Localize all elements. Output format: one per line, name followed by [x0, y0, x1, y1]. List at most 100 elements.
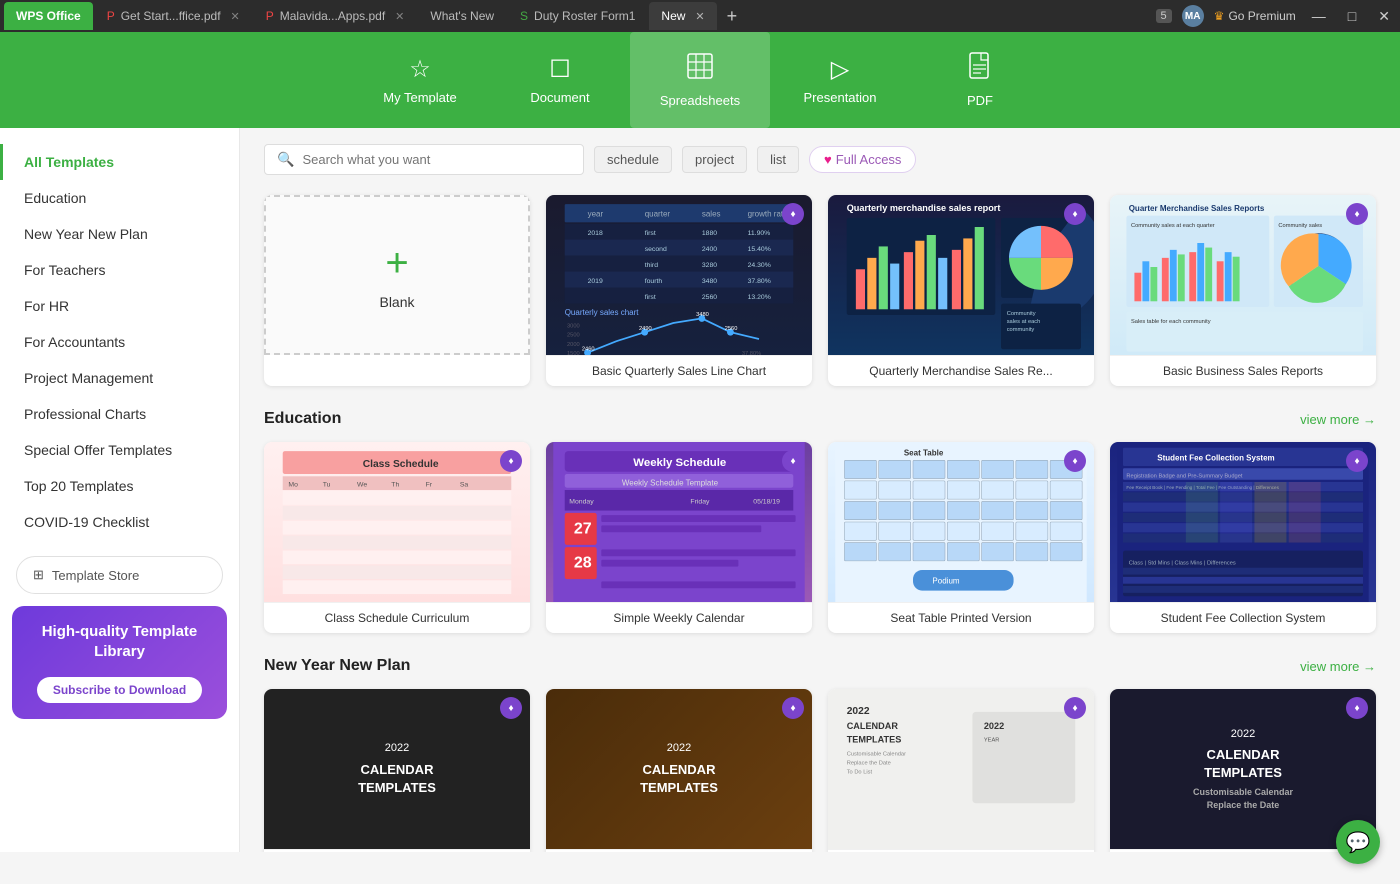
full-access-button[interactable]: ♥ Full Access: [809, 146, 916, 173]
tab-close-icon2[interactable]: ✕: [395, 10, 404, 23]
tab-wps-office[interactable]: WPS Office: [4, 2, 93, 30]
template-card-t3[interactable]: ♦ Quarter Merchandise Sales Reports Comm…: [1110, 195, 1376, 386]
sidebar-item-special-offer[interactable]: Special Offer Templates: [0, 432, 239, 468]
svg-text:2018: 2018: [588, 230, 603, 237]
browser-tab-bar: WPS Office P Get Start...ffice.pdf ✕ P M…: [0, 0, 1400, 32]
tab-malavida[interactable]: P Malavida...Apps.pdf ✕: [254, 2, 417, 30]
cal-thumb-text-c2: 2022 CALENDARTEMPLATES: [624, 725, 734, 813]
template-card-t1[interactable]: ♦ year quarter sales growth rate 2018 fi…: [546, 195, 812, 386]
template-thumb-e4: ♦ Student Fee Collection System Registra…: [1110, 442, 1376, 602]
tab-malavida-label: Malavida...Apps.pdf: [280, 9, 385, 23]
newyear-section-title: New Year New Plan: [264, 657, 410, 675]
template-label-c1: 2022 CALENDAR TEMPLATES: [264, 849, 530, 852]
template-card-t2[interactable]: ♦ Quarterly merchandise sales report: [828, 195, 1094, 386]
svg-text:We: We: [357, 482, 367, 489]
template-card-e2[interactable]: ♦ Weekly Schedule Weekly Schedule Templa…: [546, 442, 812, 633]
sidebar-item-all-templates[interactable]: All Templates: [0, 144, 239, 180]
tab-pdf-icon2: P: [266, 9, 274, 23]
svg-text:Fr: Fr: [426, 482, 433, 489]
spreadsheets-icon: [686, 52, 714, 87]
search-input[interactable]: [302, 152, 542, 167]
svg-text:Class Schedule: Class Schedule: [363, 459, 439, 470]
svg-text:Weekly Schedule Template: Weekly Schedule Template: [622, 478, 719, 487]
nav-presentation[interactable]: ▷ Presentation: [770, 32, 910, 128]
tab-count-badge: 5: [1156, 9, 1172, 23]
svg-text:TEMPLATES: TEMPLATES: [847, 735, 902, 745]
tab-close-icon[interactable]: ✕: [231, 10, 240, 23]
template-card-e3[interactable]: ♦ Seat Table: [828, 442, 1094, 633]
sidebar-item-education[interactable]: Education: [0, 180, 239, 216]
template-card-e1[interactable]: ♦ Class Schedule Mo Tu We Th Fr Sa: [264, 442, 530, 633]
tab-new-label: New: [661, 9, 685, 23]
nav-pdf[interactable]: PDF: [910, 32, 1050, 128]
template-label-c4: 2022 CALENDAR TEMPLATES: [1110, 849, 1376, 852]
my-template-icon: ☆: [409, 55, 431, 84]
newyear-view-more[interactable]: view more →: [1300, 659, 1376, 674]
nav-spreadsheets[interactable]: Spreadsheets: [630, 32, 770, 128]
premium-badge-c3: ♦: [1064, 697, 1086, 719]
template-card-e4[interactable]: ♦ Student Fee Collection System Registra…: [1110, 442, 1376, 633]
subscribe-button[interactable]: Subscribe to Download: [37, 677, 202, 703]
template-label-t1: Basic Quarterly Sales Line Chart: [546, 355, 812, 386]
nav-my-template[interactable]: ☆ My Template: [350, 32, 490, 128]
premium-badge-e3: ♦: [1064, 450, 1086, 472]
svg-text:Tu: Tu: [323, 482, 331, 489]
template-thumb-t3: ♦ Quarter Merchandise Sales Reports Comm…: [1110, 195, 1376, 355]
template-card-c3[interactable]: ♦ 2022 CALENDAR TEMPLATES Customisable C…: [828, 689, 1094, 852]
sidebar-item-for-teachers[interactable]: For Teachers: [0, 252, 239, 288]
education-view-more[interactable]: view more →: [1300, 412, 1376, 427]
svg-text:05/18/19: 05/18/19: [753, 499, 780, 506]
close-button[interactable]: ✕: [1372, 8, 1396, 25]
svg-text:37.80%: 37.80%: [742, 351, 761, 355]
sidebar-item-pro-charts[interactable]: Professional Charts: [0, 396, 239, 432]
premium-badge-e2: ♦: [782, 450, 804, 472]
template-card-c1[interactable]: ♦ 2022 CALENDARTEMPLATES 2022 CALENDAR T…: [264, 689, 530, 852]
tag-list[interactable]: list: [757, 146, 799, 173]
template-card-c2[interactable]: ♦ 2022 CALENDARTEMPLATES 2022 CALENDAR T…: [546, 689, 812, 852]
main-layout: All Templates Education New Year New Pla…: [0, 128, 1400, 852]
svg-text:2460: 2460: [582, 346, 595, 352]
premium-badge-t1: ♦: [782, 203, 804, 225]
template-card-c4[interactable]: ♦ 2022 CALENDARTEMPLATES Customisable Ca…: [1110, 689, 1376, 852]
search-input-wrap[interactable]: 🔍: [264, 144, 584, 175]
cal-thumb-text-c4: 2022 CALENDARTEMPLATES Customisable Cale…: [1177, 711, 1309, 828]
template-card-blank[interactable]: + Blank: [264, 195, 530, 386]
sidebar-item-covid[interactable]: COVID-19 Checklist: [0, 504, 239, 540]
maximize-button[interactable]: □: [1342, 8, 1362, 24]
sidebar-item-top20[interactable]: Top 20 Templates: [0, 468, 239, 504]
svg-text:3280: 3280: [702, 262, 717, 269]
svg-text:28: 28: [574, 555, 592, 572]
minimize-button[interactable]: —: [1306, 8, 1332, 24]
chat-button[interactable]: 💬: [1336, 820, 1380, 864]
cal-title-c4: CALENDARTEMPLATES: [1193, 746, 1293, 782]
education-template-grid: ♦ Class Schedule Mo Tu We Th Fr Sa: [264, 442, 1376, 633]
tag-project[interactable]: project: [682, 146, 747, 173]
svg-text:Sales table for each community: Sales table for each community: [1131, 319, 1211, 325]
sidebar-item-project-mgmt[interactable]: Project Management: [0, 360, 239, 396]
tab-get-start[interactable]: P Get Start...ffice.pdf ✕: [95, 2, 252, 30]
svg-text:Class | Std Mins | Class Mins: Class | Std Mins | Class Mins | Differen…: [1129, 560, 1236, 566]
tab-whatsnew-label: What's New: [430, 9, 494, 23]
tab-whats-new[interactable]: What's New: [418, 2, 506, 30]
all-templates-label: All Templates: [24, 154, 114, 170]
template-thumb-e3: ♦ Seat Table: [828, 442, 1094, 602]
go-premium-button[interactable]: ♛ Go Premium: [1214, 9, 1296, 23]
template-store-button[interactable]: ⊞ Template Store: [16, 556, 223, 594]
tag-schedule[interactable]: schedule: [594, 146, 672, 173]
tab-new-close[interactable]: ✕: [695, 10, 704, 23]
svg-text:2560: 2560: [725, 326, 738, 332]
tab-new[interactable]: New ✕: [649, 2, 716, 30]
nav-document[interactable]: ☐ Document: [490, 32, 630, 128]
premium-badge-c2: ♦: [782, 697, 804, 719]
svg-text:Podium: Podium: [932, 577, 959, 586]
newyear-section-header: New Year New Plan view more →: [264, 657, 1376, 675]
sidebar-item-for-hr[interactable]: For HR: [0, 288, 239, 324]
pdf-icon: [968, 52, 992, 87]
add-tab-button[interactable]: +: [719, 6, 746, 27]
tab-duty-roster[interactable]: S Duty Roster Form1: [508, 2, 647, 30]
svg-text:community: community: [1007, 327, 1035, 333]
promo-title: High-quality Template Library: [28, 622, 211, 661]
sidebar-item-new-year[interactable]: New Year New Plan: [0, 216, 239, 252]
for-hr-label: For HR: [24, 298, 69, 314]
sidebar-item-for-accountants[interactable]: For Accountants: [0, 324, 239, 360]
